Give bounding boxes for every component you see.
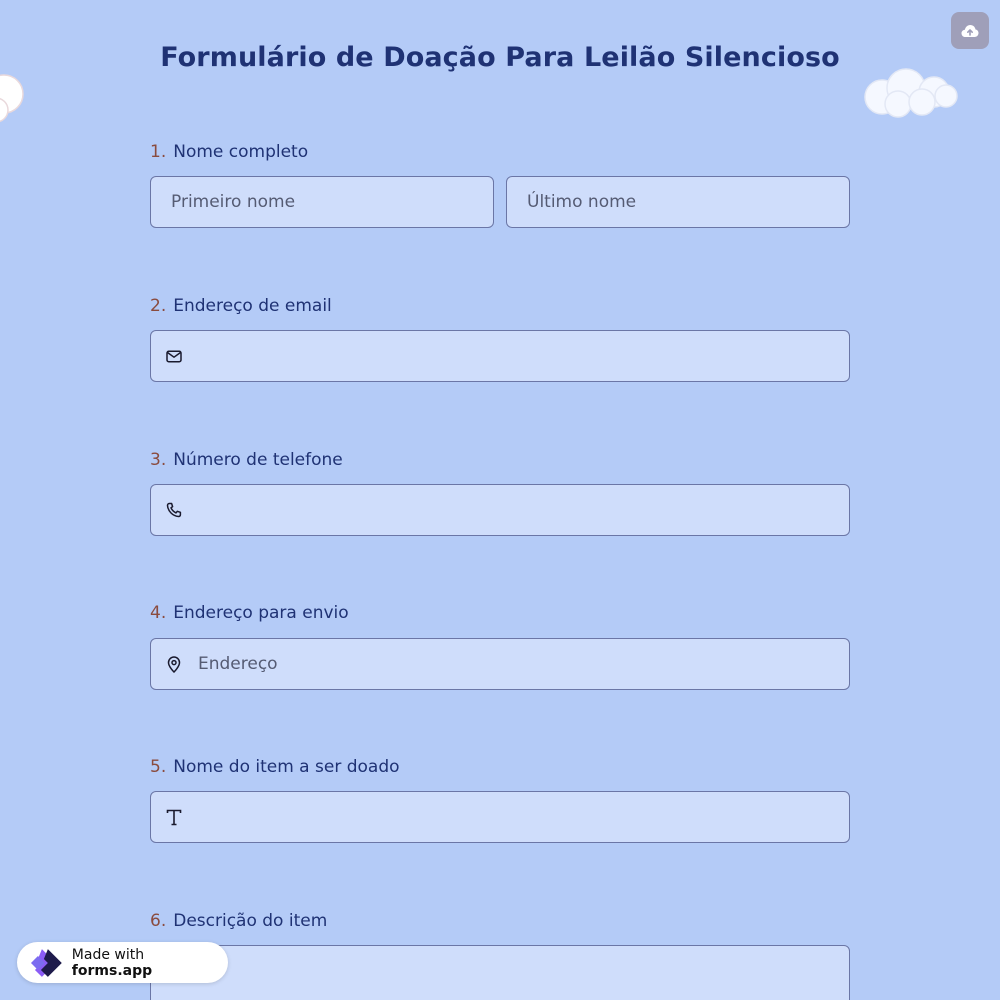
badge-made-with: Made with — [71, 946, 145, 963]
made-with-badge[interactable]: Made with forms.app — [17, 942, 228, 983]
question-2-text: Endereço de email — [173, 296, 332, 316]
question-1-label: 1. Nome completo — [150, 142, 308, 162]
question-6-text: Descrição do item — [173, 911, 328, 931]
phone-input[interactable] — [150, 484, 850, 536]
badge-brand: forms.app — [71, 962, 153, 979]
cloud-right-decoration — [864, 68, 958, 118]
question-1-text: Nome completo — [173, 142, 309, 162]
question-5-number: 5. — [150, 757, 167, 777]
item-description-textarea[interactable] — [150, 945, 850, 1000]
text-icon — [164, 807, 184, 827]
email-input[interactable] — [150, 330, 850, 382]
question-2-number: 2. — [150, 296, 167, 316]
question-4-label: 4. Endereço para envio — [150, 603, 349, 623]
form-page: Formulário de Doação Para Leilão Silenci… — [0, 0, 1000, 1000]
last-name-placeholder: Último nome — [527, 192, 637, 212]
cloud-left-decoration — [0, 74, 24, 123]
question-3-number: 3. — [150, 450, 167, 470]
question-2-label: 2. Endereço de email — [150, 296, 332, 316]
address-placeholder: Endereço — [198, 654, 278, 674]
question-4-text: Endereço para envio — [173, 603, 349, 623]
address-input[interactable]: Endereço — [150, 638, 850, 690]
page-title: Formulário de Doação Para Leilão Silenci… — [160, 42, 840, 73]
question-3-text: Número de telefone — [173, 450, 343, 470]
forms-app-logo-icon — [30, 948, 62, 977]
upload-button[interactable] — [951, 12, 989, 49]
question-3-label: 3. Número de telefone — [150, 450, 343, 470]
map-pin-icon — [164, 654, 184, 674]
question-5-text: Nome do item a ser doado — [173, 757, 400, 777]
first-name-placeholder: Primeiro nome — [171, 192, 296, 212]
question-6-label: 6. Descrição do item — [150, 911, 327, 931]
question-6-number: 6. — [150, 911, 167, 931]
envelope-icon — [164, 346, 184, 366]
question-4-number: 4. — [150, 603, 167, 623]
first-name-input[interactable]: Primeiro nome — [150, 176, 494, 228]
item-name-input[interactable] — [150, 791, 850, 843]
badge-text: Made with forms.app — [72, 947, 228, 979]
question-1-number: 1. — [150, 142, 167, 162]
last-name-input[interactable]: Último nome — [506, 176, 850, 228]
question-5-label: 5. Nome do item a ser doado — [150, 757, 400, 777]
phone-icon — [164, 500, 184, 520]
cloud-upload-icon — [961, 24, 979, 37]
